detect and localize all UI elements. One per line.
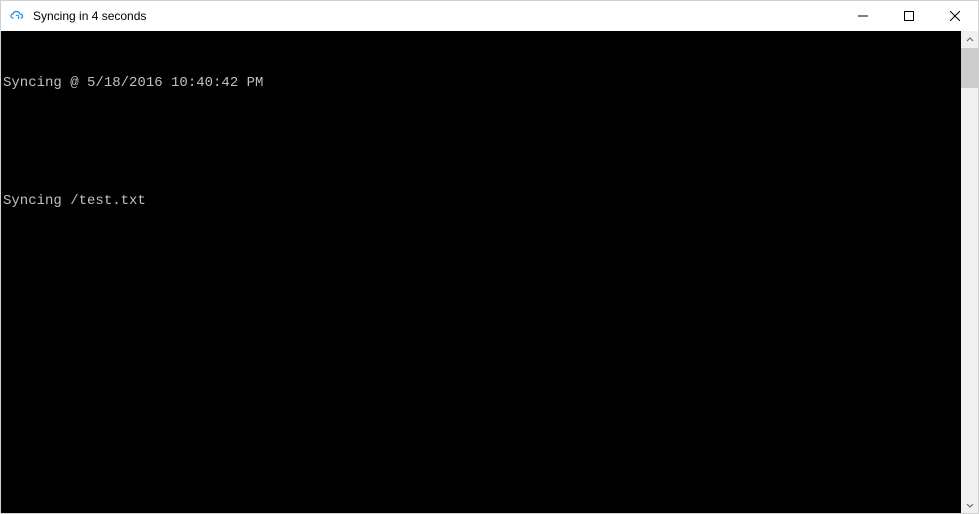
window-title: Syncing in 4 seconds xyxy=(33,9,146,23)
scroll-up-arrow-icon[interactable] xyxy=(961,31,978,48)
close-button[interactable] xyxy=(932,1,978,31)
terminal-line xyxy=(3,133,959,153)
scroll-thumb[interactable] xyxy=(961,48,978,88)
window-controls xyxy=(840,1,978,31)
terminal-line: Syncing @ 5/18/2016 10:40:42 PM xyxy=(3,74,959,94)
titlebar: Syncing in 4 seconds xyxy=(1,1,978,31)
scroll-down-arrow-icon[interactable] xyxy=(961,496,978,513)
minimize-icon xyxy=(858,11,868,21)
vertical-scrollbar[interactable] xyxy=(961,31,978,513)
cloud-sync-icon xyxy=(9,8,25,24)
terminal-line: Syncing /test.txt xyxy=(3,192,959,212)
terminal-output: Syncing @ 5/18/2016 10:40:42 PM Syncing … xyxy=(1,31,961,513)
minimize-button[interactable] xyxy=(840,1,886,31)
maximize-button[interactable] xyxy=(886,1,932,31)
close-icon xyxy=(950,11,960,21)
titlebar-left: Syncing in 4 seconds xyxy=(1,8,146,24)
content-area: Syncing @ 5/18/2016 10:40:42 PM Syncing … xyxy=(1,31,978,513)
scroll-track[interactable] xyxy=(961,48,978,496)
maximize-icon xyxy=(904,11,914,21)
